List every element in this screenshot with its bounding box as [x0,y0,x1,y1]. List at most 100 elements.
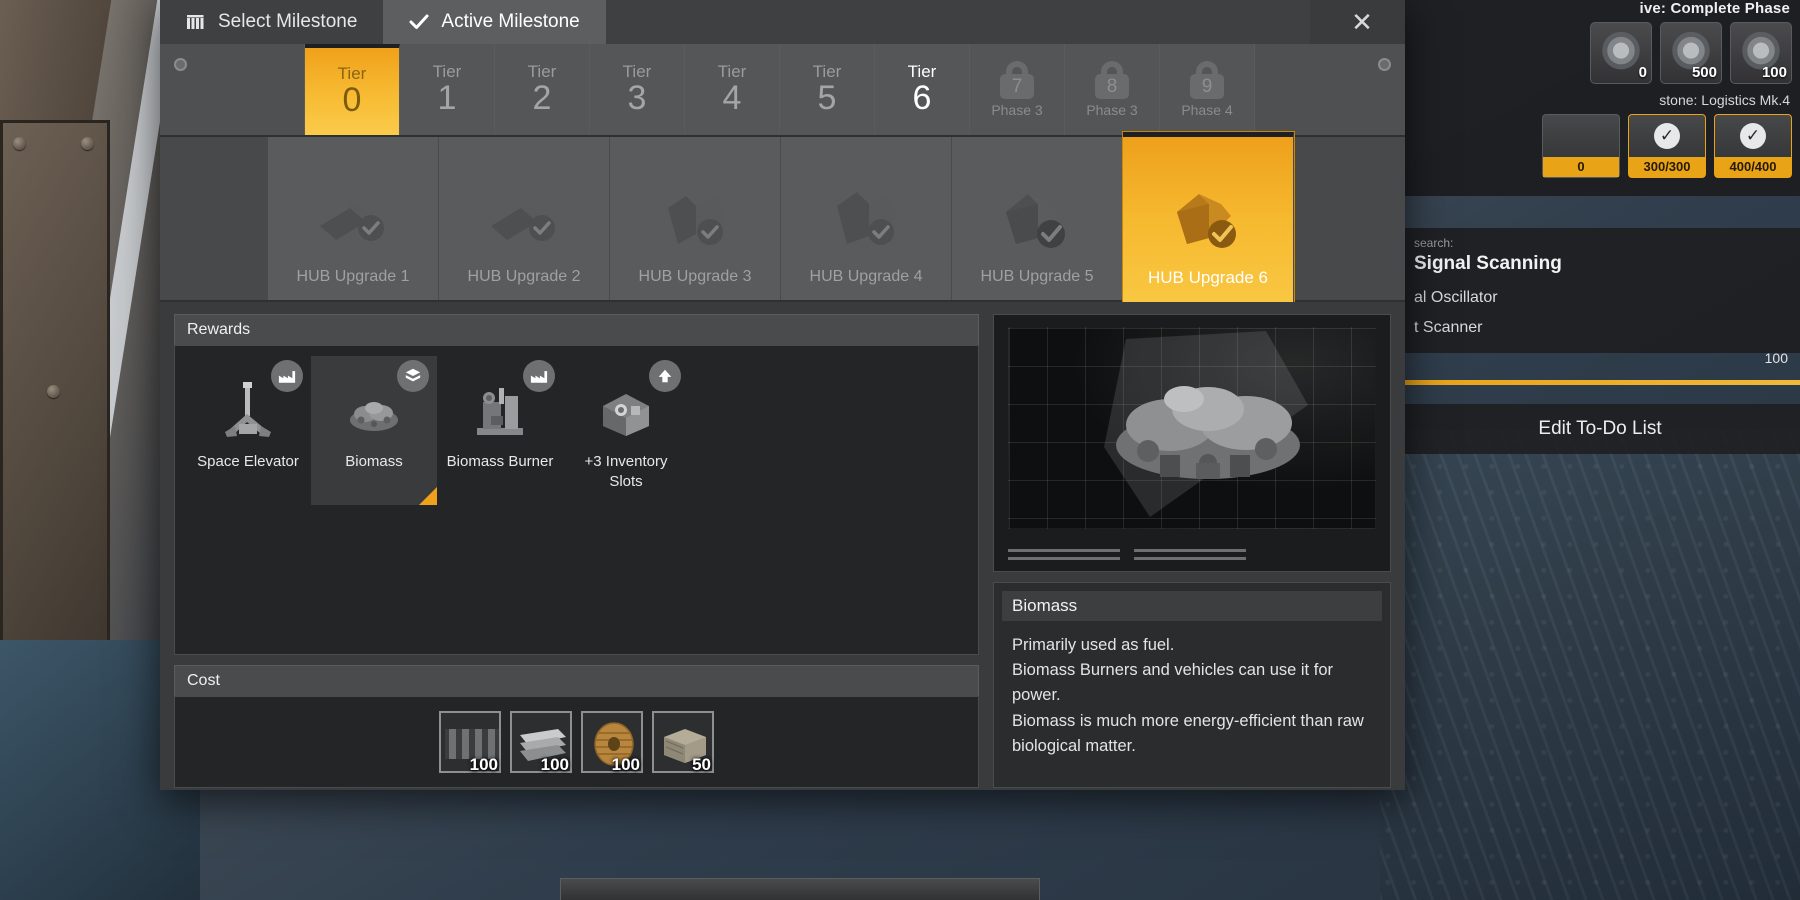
tab-select-milestone[interactable]: Select Milestone [160,0,384,44]
screen: ive: Complete Phase 0 500 100 stone: Log… [0,0,1800,900]
cost-panel: 100 100 100 50 [174,696,979,788]
tier-number: 7 [1011,76,1023,97]
description-line: biological matter. [1012,736,1136,755]
milestone-dialog: Select Milestone Active Milestone ✕ Tier… [160,0,1405,790]
description-body: Primarily used as fuel. Biomass Burners … [1002,621,1382,759]
hub-upgrade-4[interactable]: HUB Upgrade 4 [781,137,952,300]
hub-upgrade-label: HUB Upgrade 6 [1147,268,1268,287]
check-icon [409,13,429,31]
reward-inventory-slots[interactable]: +3 Inventory Slots [563,356,689,505]
hub-upgrade-label: HUB Upgrade 1 [296,268,410,285]
tier-number: 5 [817,78,837,117]
biomass-thumbnail [343,380,405,442]
milestone-detail-area: Rewards Space Elevator Biomass Biomass B… [160,302,1405,788]
cost-qty: 100 [611,755,640,774]
hud-objective-text: ive: Complete Phase [1639,0,1790,17]
hub-upgrade-2[interactable]: HUB Upgrade 2 [439,137,610,300]
hub-building-icon [481,182,567,258]
hub-building-icon [652,182,738,258]
reward-label: Biomass [345,453,403,470]
rewards-and-cost-column: Rewards Space Elevator Biomass Biomass B… [174,314,979,788]
dialog-tabbar: Select Milestone Active Milestone ✕ [160,0,1405,44]
hub-upgrade-label: HUB Upgrade 4 [809,268,923,285]
reward-biomass[interactable]: Biomass [311,356,437,505]
hud-research-subtitle: search: [1414,236,1454,250]
tier-item-0[interactable]: Tier 0 [305,44,400,135]
biomass-burner-thumbnail [469,380,531,442]
lock-icon: 9 [1187,61,1227,101]
hub-upgrade-label: HUB Upgrade 5 [980,268,1094,285]
cost-item-reinforced-iron-plate[interactable]: 100 [439,711,501,774]
hub-upgrade-5[interactable]: HUB Upgrade 5 [952,137,1123,300]
cost-item-concrete[interactable]: 50 [652,711,714,774]
inventory-slots-thumbnail [595,380,657,442]
close-icon[interactable]: ✕ [1347,8,1377,38]
hub-row-pad [160,137,268,300]
hub-upgrade-1[interactable]: HUB Upgrade 1 [268,137,439,300]
game-hud: ive: Complete Phase 0 500 100 stone: Log… [1400,0,1800,640]
tab-label: Active Milestone [441,11,580,32]
tier-word: Tier [717,61,747,81]
hud-resource-chip[interactable]: 0 [1590,22,1652,84]
lock-icon: 8 [1092,61,1132,101]
hud-resource-chip[interactable]: 500 [1660,22,1722,84]
tier-word: Tier [812,61,842,81]
tier-number: 1 [437,78,457,117]
hud-research-panel: search: Signal Scanning al Oscillator t … [1400,228,1800,353]
tier-number: 9 [1201,76,1213,97]
hub-upgrade-3[interactable]: HUB Upgrade 3 [610,137,781,300]
hud-research-percent: 100 [1764,350,1788,366]
hub-upgrade-selector: HUB Upgrade 1 HUB Upgrade 2 HUB Upgrade … [160,132,1405,302]
biomass-preview-model [1104,331,1308,517]
tier-phase-label: Phase 3 [1086,102,1138,118]
hud-resource-chip[interactable]: 100 [1730,22,1792,84]
tier-item-2[interactable]: Tier 2 [495,44,590,135]
tier-item-4[interactable]: Tier 4 [685,44,780,135]
hud-research-item[interactable]: al Oscillator [1400,283,1800,313]
hub-upgrade-label: HUB Upgrade 2 [467,268,581,285]
tier-word: Tier [337,63,367,83]
hud-progress-item[interactable]: ✓ 300/300 [1628,114,1706,178]
hud-bottom-toolbar[interactable] [560,878,1040,900]
tier-item-5[interactable]: Tier 5 [780,44,875,135]
hub-upgrade-label: HUB Upgrade 3 [638,268,752,285]
cost-item-iron-plate[interactable]: 100 [510,711,572,774]
cost-item-copper-wire[interactable]: 100 [581,711,643,774]
reward-biomass-burner[interactable]: Biomass Burner [437,356,563,505]
description-line: Biomass is much more energy-efficient th… [1012,711,1364,730]
preview-controls[interactable] [1008,549,1246,560]
hud-progress-item[interactable]: ✓ 400/400 [1714,114,1792,178]
tabbar-filler [605,0,1310,44]
hub-building-icon [1165,182,1251,258]
hud-research-item[interactable]: t Scanner [1400,313,1800,343]
preview-column: Biomass Primarily used as fuel. Biomass … [993,314,1391,788]
tier-item-1[interactable]: Tier 1 [400,44,495,135]
hud-progress-value: 300/300 [1629,157,1705,177]
rewards-header: Rewards [174,314,979,345]
reward-space-elevator[interactable]: Space Elevator [185,356,311,505]
rivet-icon [81,137,94,150]
reward-label: Biomass Burner [446,453,554,470]
lock-icon: 7 [997,61,1037,101]
tier-item-9-locked[interactable]: 9 Phase 4 [1160,44,1255,135]
tier-item-3[interactable]: Tier 3 [590,44,685,135]
hud-progress-item[interactable]: 0 [1542,114,1620,178]
tier-word: Tier [907,61,937,81]
hud-research-progress-bar [1400,380,1800,385]
tier-item-8-locked[interactable]: 8 Phase 3 [1065,44,1160,135]
tier-phase-label: Phase 3 [991,102,1043,118]
tier-scroll-left[interactable] [160,44,305,135]
tier-number: 8 [1106,76,1118,97]
hub-upgrade-6[interactable]: HUB Upgrade 6 [1123,132,1294,302]
tab-active-milestone[interactable]: Active Milestone [383,0,606,44]
tier-item-7-locked[interactable]: 7 Phase 3 [970,44,1065,135]
edit-todo-list-button[interactable]: Edit To-Do List [1400,404,1800,454]
tier-item-6[interactable]: Tier 6 [875,44,970,135]
hud-progress-value: 0 [1543,157,1619,177]
tabbar-right-region: ✕ [1310,0,1405,44]
tier-scroll-right[interactable] [1255,44,1405,135]
rivet-icon [47,385,60,398]
rewards-panel: Space Elevator Biomass Biomass Burner +3… [174,345,979,655]
tier-number: 0 [342,80,362,119]
hud-progress-row: 0 ✓ 300/300 ✓ 400/400 [1542,114,1792,178]
